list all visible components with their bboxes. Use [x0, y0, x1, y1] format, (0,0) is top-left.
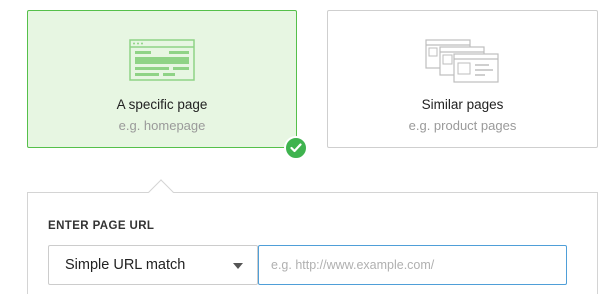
card-title: A specific page — [116, 97, 208, 112]
card-specific-page[interactable]: A specific page e.g. homepage — [27, 10, 297, 148]
url-entry-panel: ENTER PAGE URL Simple URL match — [27, 192, 598, 294]
card-similar-pages[interactable]: Similar pages e.g. product pages — [327, 10, 598, 148]
match-type-select[interactable]: Simple URL match — [48, 245, 258, 285]
card-title: Similar pages — [421, 97, 504, 112]
page-url-input[interactable] — [258, 245, 567, 285]
match-type-value: Simple URL match — [65, 257, 186, 273]
single-page-icon — [129, 39, 195, 81]
section-label: ENTER PAGE URL — [48, 220, 155, 232]
checkmark-icon — [284, 136, 308, 160]
caret-down-icon — [233, 263, 243, 269]
multiple-pages-icon — [424, 39, 499, 83]
card-subtitle: e.g. homepage — [118, 118, 206, 133]
card-subtitle: e.g. product pages — [408, 118, 517, 133]
